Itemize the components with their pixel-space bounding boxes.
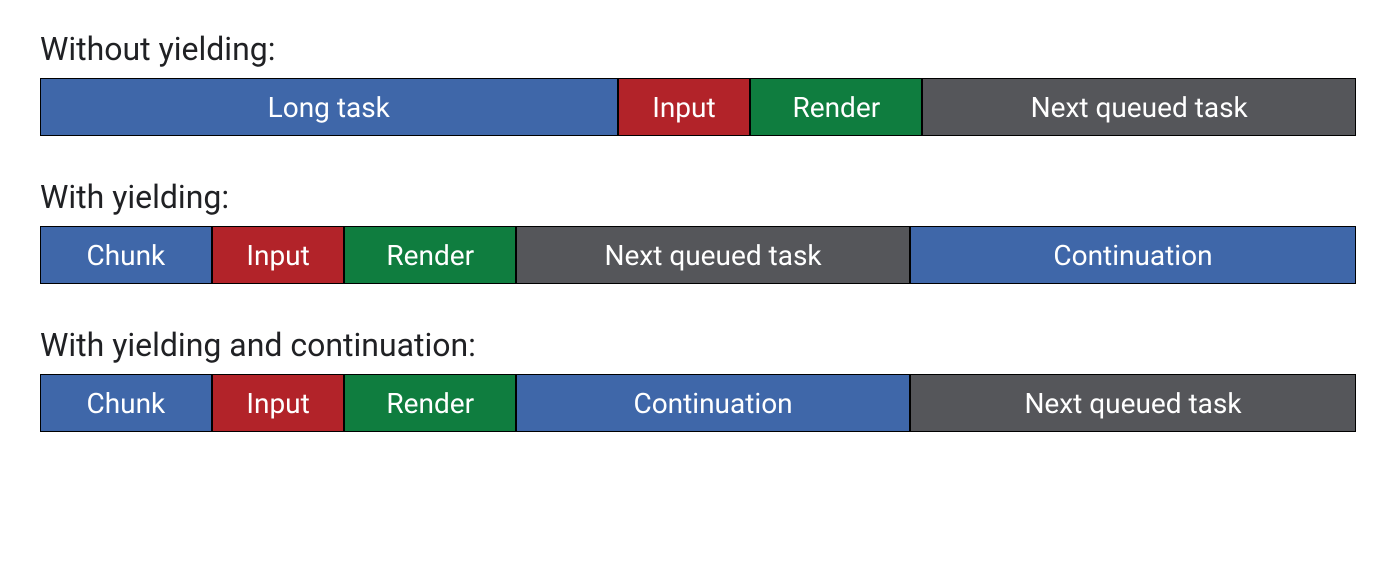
segment-render: Render [344, 226, 516, 284]
segment-next-queued-task: Next queued task [910, 374, 1356, 432]
row-title: Without yielding: [40, 30, 1356, 68]
diagram-row-1: With yielding: ChunkInputRenderNext queue… [40, 178, 1356, 284]
segment-input: Input [212, 226, 345, 284]
segment-continuation: Continuation [910, 226, 1356, 284]
segment-chunk: Chunk [40, 226, 212, 284]
diagram-row-2: With yielding and continuation: ChunkInpu… [40, 326, 1356, 432]
timeline-bar: ChunkInputRenderContinuationNext queued … [40, 374, 1356, 432]
segment-render: Render [344, 374, 516, 432]
segment-input: Input [618, 78, 751, 136]
segment-long-task: Long task [40, 78, 618, 136]
row-title: With yielding: [40, 178, 1356, 216]
timeline-bar: Long taskInputRenderNext queued task [40, 78, 1356, 136]
segment-continuation: Continuation [516, 374, 910, 432]
diagram-row-0: Without yielding: Long taskInputRenderNex… [40, 30, 1356, 136]
timeline-bar: ChunkInputRenderNext queued taskContinua… [40, 226, 1356, 284]
segment-next-queued-task: Next queued task [922, 78, 1356, 136]
segment-next-queued-task: Next queued task [516, 226, 910, 284]
segment-render: Render [750, 78, 922, 136]
row-title: With yielding and continuation: [40, 326, 1356, 364]
segment-chunk: Chunk [40, 374, 212, 432]
segment-input: Input [212, 374, 345, 432]
